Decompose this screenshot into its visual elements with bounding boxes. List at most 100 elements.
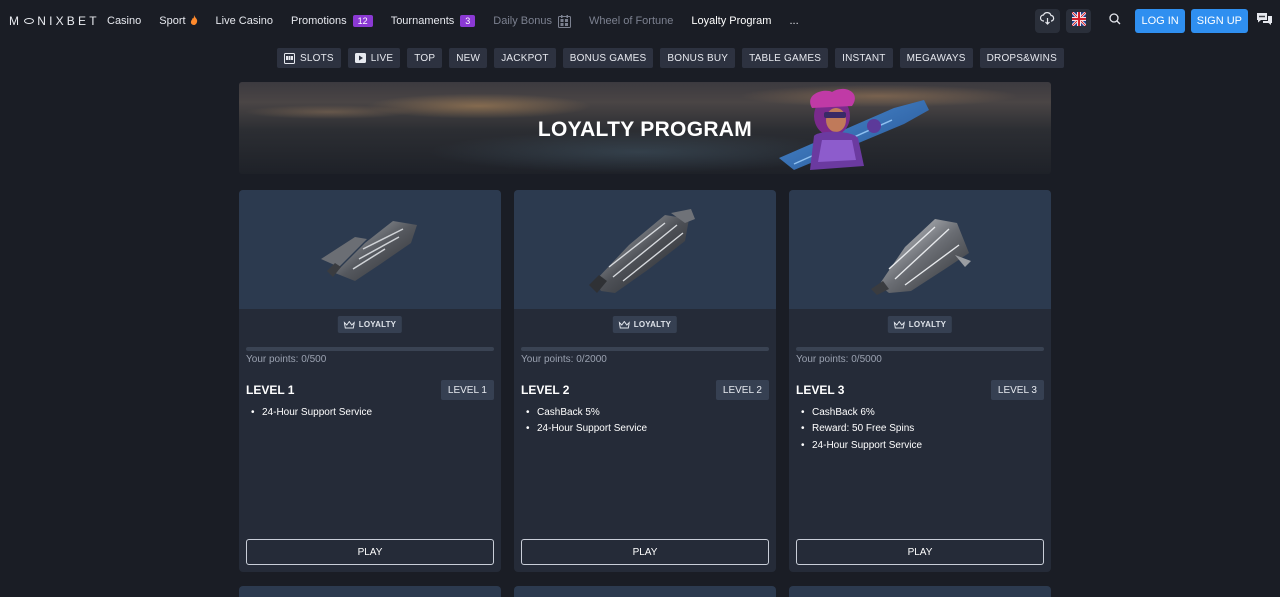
logo-letter-m: M [9,14,23,28]
play-button[interactable]: PLAY [521,539,769,565]
cloud-download-icon [1040,12,1055,30]
level-badge: LEVEL 2 [715,380,769,400]
category-drops-wins[interactable]: DROPS&WINS [979,48,1064,68]
nav-tournaments[interactable]: Tournaments 3 [391,15,476,27]
nav-daily-bonus[interactable]: Daily Bonus [493,14,571,28]
game-category-bar: SLOTS LIVE TOP NEW JACKPOT BONUS GAMES B… [277,48,1071,68]
loyalty-tag-label: LOYALTY [633,320,672,329]
perk-list: 24-Hour Support Service [251,405,372,422]
search-button[interactable] [1103,9,1127,33]
nav-live-casino[interactable]: Live Casino [216,15,273,27]
nav-promotions-label: Promotions [291,15,347,27]
chat-icon [1256,12,1273,31]
category-bonus-buy-label: BONUS BUY [667,52,729,64]
points-progress-bar [521,347,769,351]
nav-loyalty-program-label: Loyalty Program [691,15,772,27]
header-tools: LOG IN SIGN UP [1035,0,1280,42]
chat-button[interactable] [1254,9,1274,33]
category-jackpot[interactable]: JACKPOT [494,48,556,68]
login-button[interactable]: LOG IN [1135,9,1185,33]
spaceship-image [321,220,417,281]
next-card-preview [239,586,501,597]
points-text: Your points: 0/500 [246,354,327,365]
perk-list: CashBack 5% 24-Hour Support Service [526,405,647,438]
loyalty-tag: LOYALTY [612,316,678,333]
search-icon [1109,12,1121,30]
banner-title: LOYALTY PROGRAM [537,118,753,141]
crown-icon [618,320,630,329]
perk-list: CashBack 6% Reward: 50 Free Spins 24-Hou… [801,405,922,455]
category-top[interactable]: TOP [407,48,443,68]
spaceship-image [589,208,695,293]
category-new[interactable]: NEW [449,48,488,68]
next-card-preview [514,586,776,597]
points-progress-bar [246,347,494,351]
level-badge: LEVEL 1 [440,380,494,400]
category-live[interactable]: LIVE [347,48,401,68]
category-live-label: LIVE [370,52,394,64]
top-navigation-bar: M NIXBET Casino Sport Live Casino Promot… [0,0,1280,42]
level-title: LEVEL 1 [246,383,295,397]
category-bonus-games-label: BONUS GAMES [569,52,647,64]
card-image-area [239,190,501,309]
uk-flag-icon [1071,10,1087,31]
nav-live-casino-label: Live Casino [215,15,274,27]
nav-more-label: ... [789,15,799,27]
nav-casino-label: Casino [107,15,142,27]
points-text: Your points: 0/2000 [521,354,607,365]
card-image-area [789,190,1051,309]
nav-daily-bonus-label: Daily Bonus [493,15,552,27]
nav-wheel-of-fortune-label: Wheel of Fortune [589,15,674,27]
points-text: Your points: 0/5000 [796,354,882,365]
language-selector[interactable] [1066,9,1092,33]
nav-wheel-of-fortune[interactable]: Wheel of Fortune [589,15,673,27]
perk-item: CashBack 5% [526,405,647,422]
loyalty-tag: LOYALTY [337,316,403,333]
perk-item: 24-Hour Support Service [526,421,647,438]
play-button[interactable]: PLAY [246,539,494,565]
nav-tournaments-label: Tournaments [390,15,455,27]
nav-more[interactable]: ... [789,15,798,27]
main-nav: Casino Sport Live Casino Promotions 12 T… [107,0,817,42]
category-megaways[interactable]: MEGAWAYS [899,48,973,68]
card-image-area [514,190,776,309]
slot-machine-icon [284,52,295,64]
loyalty-tag-label: LOYALTY [908,320,947,329]
points-progress-bar [796,347,1044,351]
nav-loyalty-program[interactable]: Loyalty Program [691,15,771,27]
nav-casino[interactable]: Casino [107,15,141,27]
category-top-label: TOP [414,52,436,64]
category-slots[interactable]: SLOTS [277,48,341,68]
loyalty-level-card: LOYALTY Your points: 0/2000 LEVEL 2 LEVE… [514,190,776,572]
nav-sport[interactable]: Sport [159,14,198,28]
loyalty-tag-label: LOYALTY [358,320,397,329]
category-instant-label: INSTANT [842,52,886,64]
level-title: LEVEL 3 [796,383,845,397]
level-badge: LEVEL 3 [990,380,1044,400]
signup-button[interactable]: SIGN UP [1190,9,1248,33]
category-drops-wins-label: DROPS&WINS [986,52,1057,64]
category-new-label: NEW [456,52,481,64]
flame-icon [190,14,198,28]
play-video-icon [354,53,366,63]
category-jackpot-label: JACKPOT [501,52,549,64]
perk-item: 24-Hour Support Service [801,438,922,455]
loyalty-level-card: LOYALTY Your points: 0/500 LEVEL 1 LEVEL… [239,190,501,572]
play-button[interactable]: PLAY [796,539,1044,565]
perk-item: Reward: 50 Free Spins [801,421,922,438]
calendar-gift-icon [558,14,571,28]
category-bonus-games[interactable]: BONUS GAMES [562,48,654,68]
category-instant[interactable]: INSTANT [835,48,893,68]
logo-eye-mark [24,18,35,24]
promotions-count-badge: 12 [352,15,373,27]
category-slots-label: SLOTS [300,52,334,64]
spaceship-image [871,218,971,295]
category-table-games[interactable]: TABLE GAMES [742,48,829,68]
download-app-button[interactable] [1035,9,1061,33]
perk-item: 24-Hour Support Service [251,405,372,422]
loyalty-level-card: LOYALTY Your points: 0/5000 LEVEL 3 LEVE… [789,190,1051,572]
category-bonus-buy[interactable]: BONUS BUY [660,48,736,68]
nav-promotions[interactable]: Promotions 12 [291,15,373,27]
monixbet-logo[interactable]: M NIXBET [9,14,100,28]
crown-icon [343,320,355,329]
